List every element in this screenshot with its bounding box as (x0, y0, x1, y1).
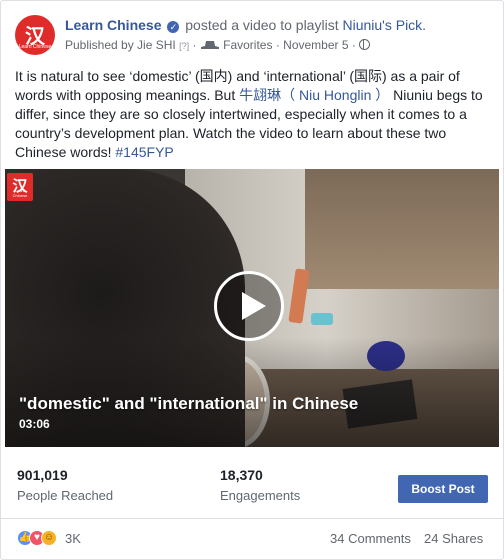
play-button[interactable] (214, 271, 284, 341)
engagements-label: Engagements (220, 488, 301, 503)
video-title: "domestic" and "international" in Chines… (19, 394, 359, 413)
people-reached-value: 901,019 (17, 467, 68, 483)
video-shade (5, 337, 499, 447)
video-logo-badge: 汉 Learn Chinese (7, 173, 33, 201)
shares-link[interactable]: 24 Shares (424, 531, 483, 546)
people-reached-stat[interactable]: 901,019 People Reached (17, 467, 113, 503)
post-date[interactable]: November 5 (283, 38, 348, 52)
insights-bar: 901,019 People Reached 18,370 Engagement… (1, 457, 503, 519)
separator: · (351, 38, 356, 52)
question-icon[interactable]: [?] (179, 41, 189, 51)
engagements-value: 18,370 (220, 467, 263, 483)
action-text: posted a video to playlist (185, 17, 339, 33)
page-name-link[interactable]: Learn Chinese (65, 17, 161, 33)
audience-label[interactable]: Favorites (223, 38, 272, 52)
avatar-caption: Learn Chinese (18, 44, 52, 50)
play-icon (242, 292, 266, 320)
post-text: It is natural to see ‘domestic’ (国内) and… (15, 67, 491, 162)
reactions-count: 3K (65, 531, 81, 546)
video-scene-lid (311, 313, 333, 325)
globe-icon[interactable] (359, 39, 371, 50)
haha-icon: ☺ (41, 530, 57, 546)
published-by[interactable]: Published by Jie SHI (65, 38, 176, 52)
post-card: 汉 Learn Chinese Learn Chinese ✓ posted a… (0, 0, 504, 560)
video-duration: 03:06 (19, 417, 50, 431)
post-footer: 👍 ♥ ☺ 3K 34 Comments 24 Shares (1, 520, 503, 560)
post-header: 汉 Learn Chinese Learn Chinese ✓ posted a… (15, 15, 489, 59)
header-line: Learn Chinese ✓ posted a video to playli… (65, 17, 426, 33)
hat-icon (200, 41, 219, 49)
video-player[interactable]: 汉 Learn Chinese "domestic" and "internat… (5, 169, 499, 447)
boost-post-button[interactable]: Boost Post (398, 475, 488, 503)
mention-link[interactable]: 牛翃琳（ Niu Honglin ） (239, 87, 389, 103)
people-reached-label: People Reached (17, 488, 114, 503)
video-scene-window (305, 169, 499, 289)
meta-line: Published by Jie SHI [?] · Favorites · N… (65, 38, 371, 52)
engagements-stat[interactable]: 18,370 Engagements (220, 467, 300, 503)
separator: · (192, 38, 197, 52)
separator: · (275, 38, 280, 52)
hashtag-link[interactable]: #145FYP (115, 144, 173, 160)
comments-link[interactable]: 34 Comments (330, 531, 411, 546)
playlist-link[interactable]: Niuniu's Pick. (342, 17, 426, 33)
badge-caption: Learn Chinese (12, 188, 28, 198)
page-avatar[interactable]: 汉 Learn Chinese (15, 15, 55, 55)
verified-icon: ✓ (167, 21, 180, 33)
